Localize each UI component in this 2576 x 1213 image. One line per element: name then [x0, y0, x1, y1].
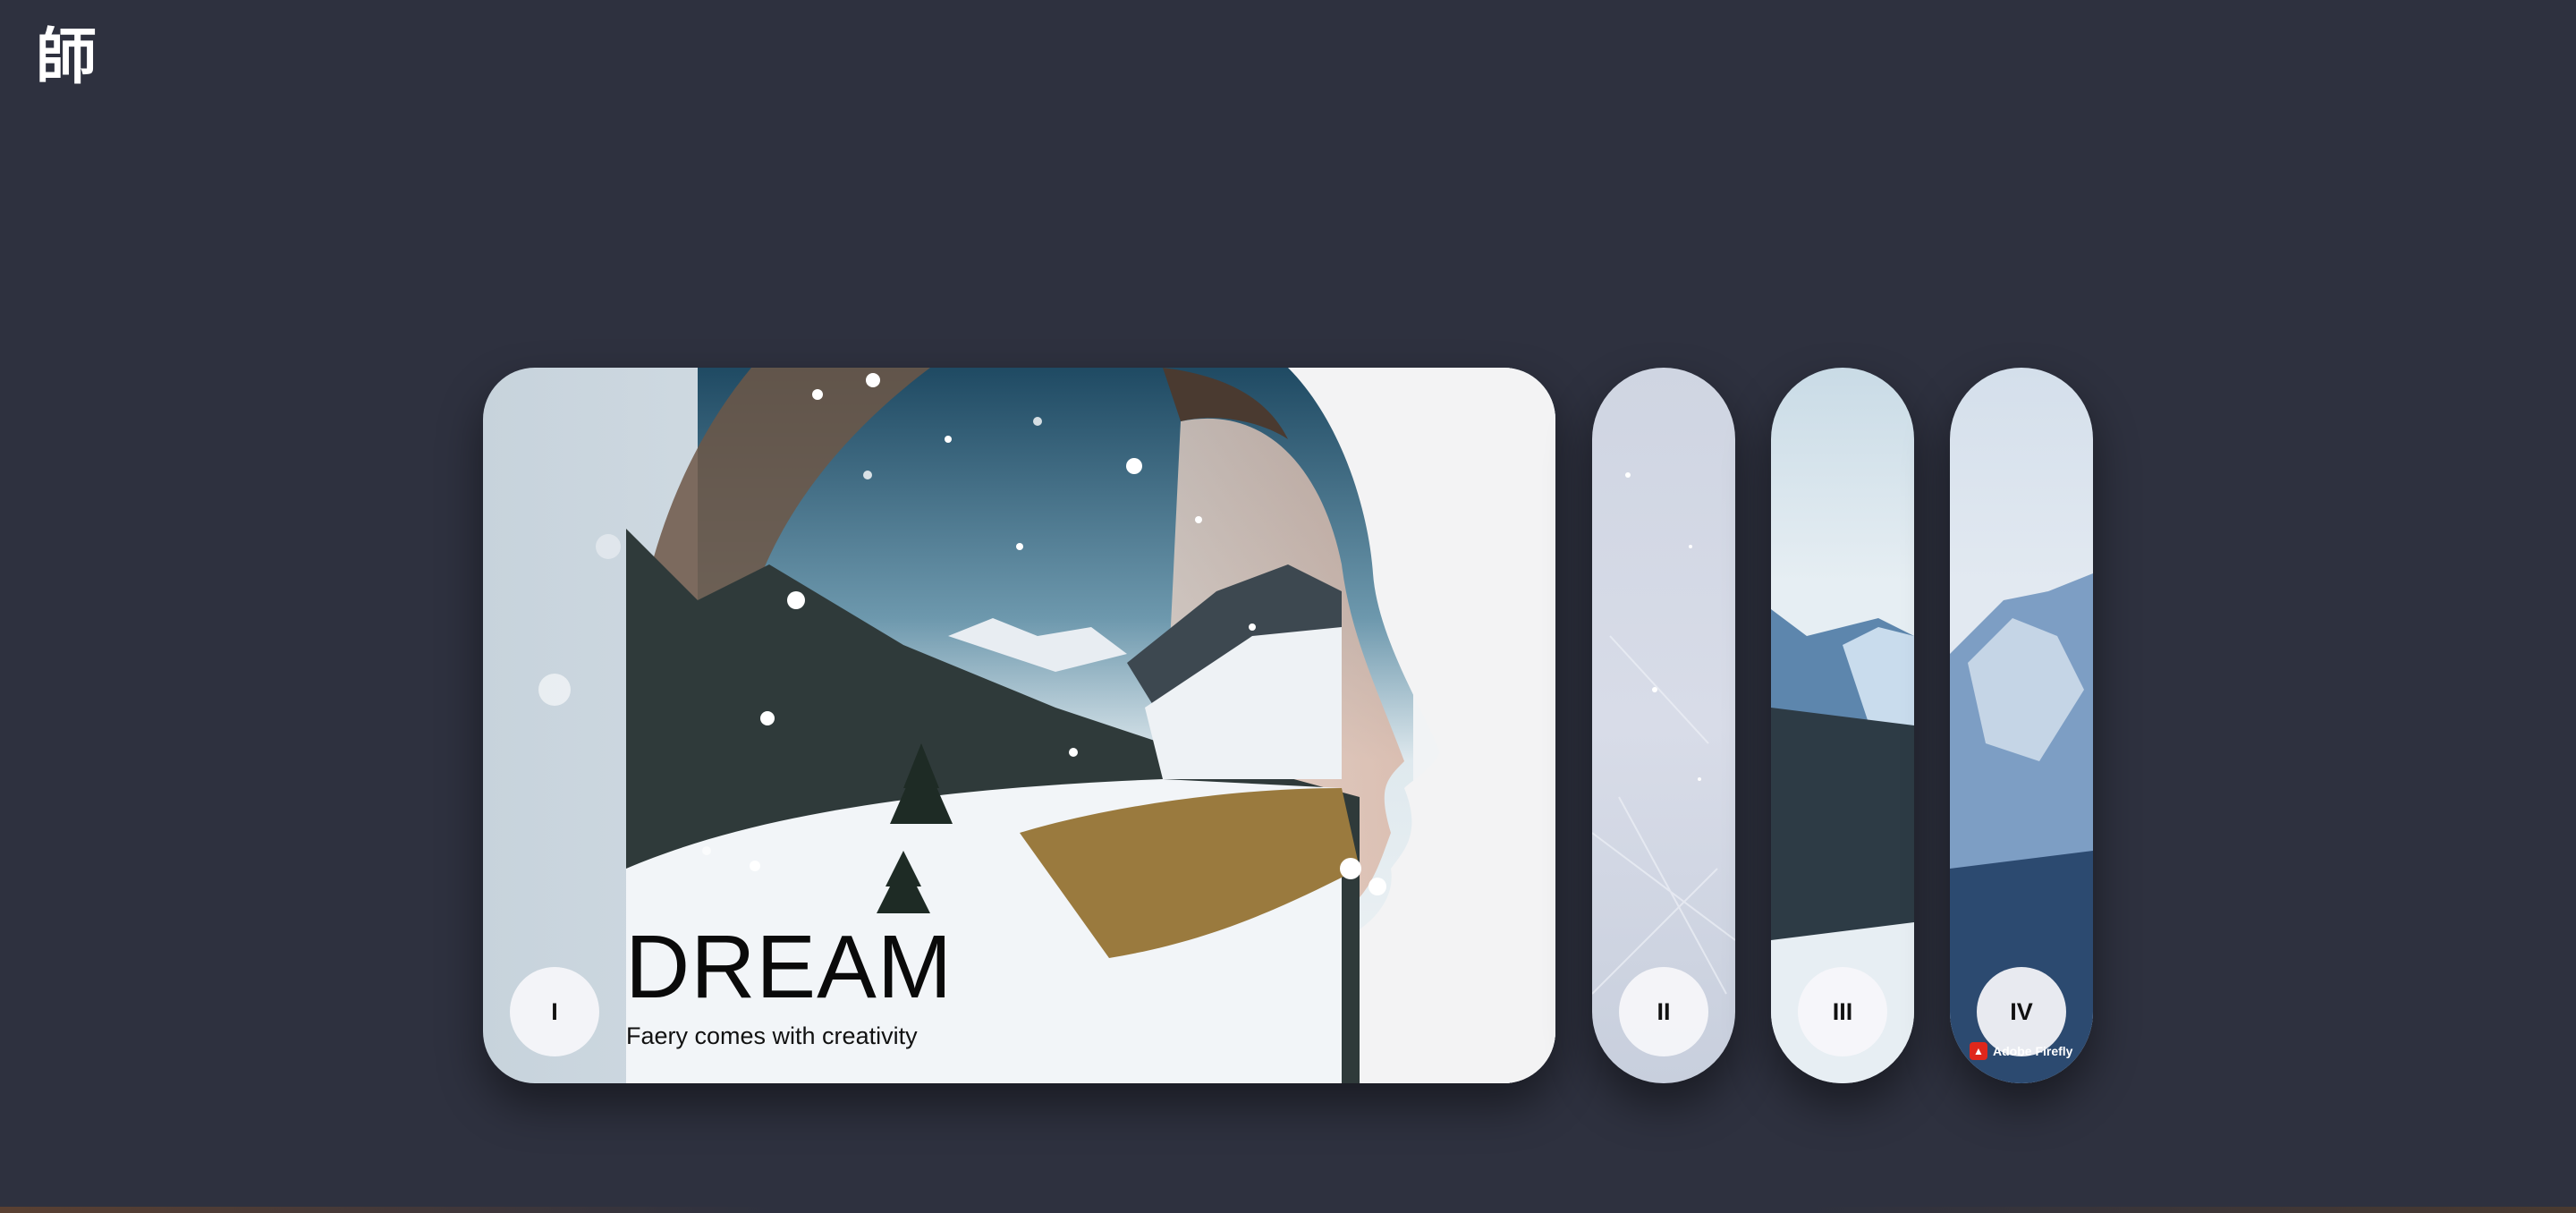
- card-title: DREAM: [625, 917, 953, 1017]
- card-dream-button[interactable]: I: [510, 967, 599, 1056]
- card-4[interactable]: IV ▲ Adobe Firefly: [1950, 368, 2093, 1083]
- card-3[interactable]: III: [1771, 368, 1914, 1083]
- logo[interactable]: 師: [36, 7, 97, 96]
- card-3-button[interactable]: III: [1798, 967, 1887, 1056]
- page: 師 I DREAM Faery comes with creativity II…: [0, 0, 2576, 1213]
- adobe-icon: ▲: [1970, 1042, 1987, 1060]
- adobe-firefly-badge: ▲ Adobe Firefly: [1970, 1042, 2072, 1060]
- card-dream[interactable]: I DREAM Faery comes with creativity: [483, 368, 1555, 1083]
- bottom-strip: [0, 1207, 2576, 1213]
- card-2[interactable]: II: [1592, 368, 1735, 1083]
- card-subtitle: Faery comes with creativity: [626, 1022, 918, 1049]
- adobe-firefly-label: Adobe Firefly: [1993, 1044, 2073, 1058]
- card-2-button[interactable]: II: [1619, 967, 1708, 1056]
